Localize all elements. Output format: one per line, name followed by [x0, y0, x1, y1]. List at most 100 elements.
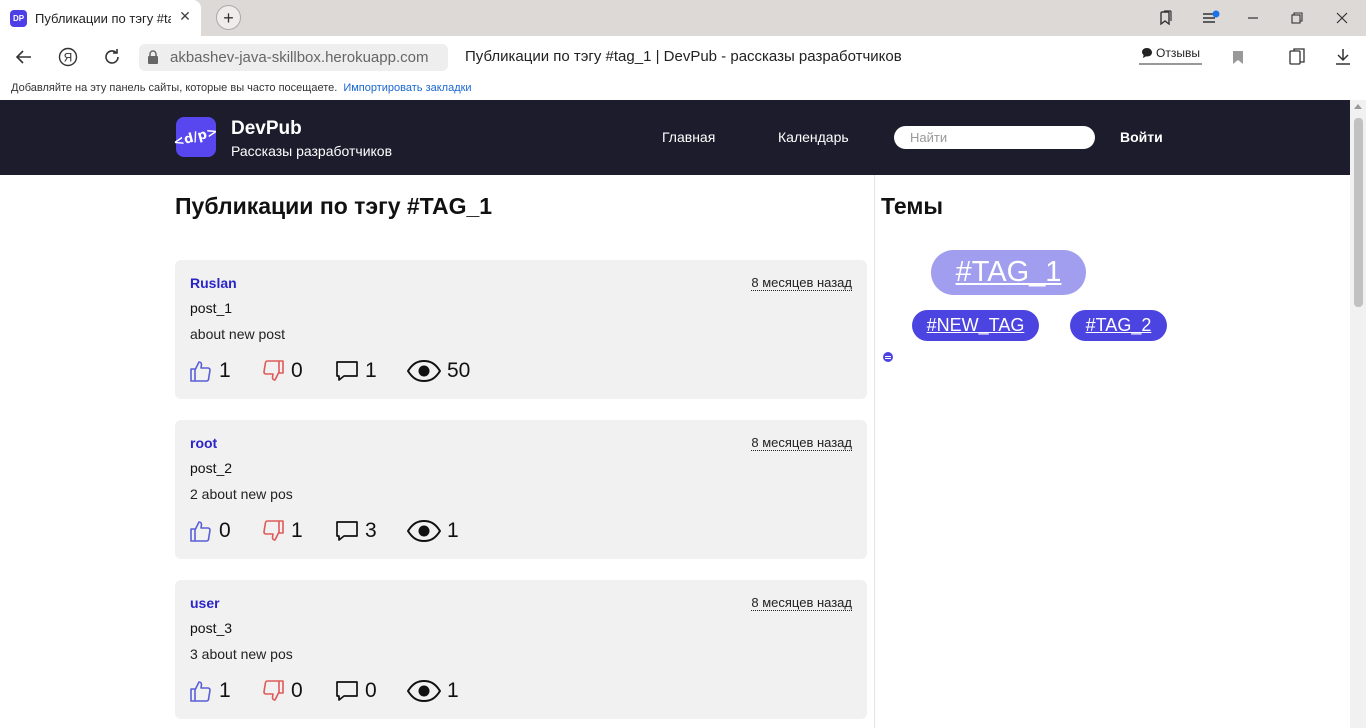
logo-text: <d/p> — [172, 123, 220, 151]
comments-button[interactable]: 0 — [335, 677, 377, 705]
post-title[interactable]: post_1 — [190, 300, 232, 316]
bookmarks-bar: Добавляйте на эту панель сайты, которые … — [0, 78, 1366, 100]
post-time: 8 месяцев назад — [751, 595, 852, 611]
bookmarks-hint: Добавляйте на эту панель сайты, которые … — [11, 82, 338, 94]
eye-icon — [407, 519, 441, 543]
list-toggle-icon[interactable] — [883, 352, 893, 362]
view-count: 1 — [447, 679, 459, 702]
comment-icon — [336, 361, 358, 381]
page-heading: Публикации по тэгу #TAG_1 — [175, 193, 493, 219]
dislike-count: 0 — [291, 359, 303, 382]
new-tab-button[interactable]: + — [216, 5, 241, 30]
like-count: 0 — [219, 519, 231, 542]
comments-button[interactable]: 3 — [335, 517, 377, 545]
menu-icon[interactable] — [1198, 5, 1224, 31]
tag-link[interactable]: #NEW_TAG — [912, 310, 1039, 341]
post-card[interactable]: root 8 месяцев назад post_2 2 about new … — [175, 420, 867, 559]
url-field[interactable]: akbashev-java-skillbox.herokuapp.com — [139, 44, 448, 71]
tab-favicon: DP — [10, 10, 27, 27]
like-button[interactable]: 1 — [189, 677, 231, 705]
chat-bubble-icon — [1142, 48, 1152, 58]
like-button[interactable]: 1 — [189, 357, 231, 385]
site-header: <d/p> DevPub Рассказы разработчиков Глав… — [0, 100, 1350, 175]
dislike-button[interactable]: 0 — [261, 357, 303, 385]
comment-count: 0 — [365, 679, 377, 702]
post-stats: 0 1 3 1 — [189, 517, 589, 545]
address-bar: Я akbashev-java-skillbox.herokuapp.com П… — [0, 36, 1366, 78]
like-icon — [190, 521, 211, 542]
view-count: 1 — [447, 519, 459, 542]
dislike-button[interactable]: 0 — [261, 677, 303, 705]
restore-icon[interactable] — [1284, 5, 1310, 31]
tab-close-icon[interactable]: ✕ — [177, 8, 193, 24]
nav-calendar[interactable]: Календарь — [778, 129, 849, 145]
views-indicator: 50 — [407, 357, 470, 385]
minimize-icon[interactable] — [1240, 5, 1266, 31]
like-icon — [190, 681, 211, 702]
post-card[interactable]: Ruslan 8 месяцев назад post_1 about new … — [175, 260, 867, 399]
search-input[interactable] — [894, 126, 1095, 149]
import-bookmarks-link[interactable]: Импортировать закладки — [343, 82, 471, 94]
like-button[interactable]: 0 — [189, 517, 231, 545]
post-author[interactable]: root — [190, 435, 217, 451]
post-title[interactable]: post_2 — [190, 460, 232, 476]
comment-icon — [336, 681, 358, 701]
brand-tagline: Рассказы разработчиков — [231, 143, 393, 159]
browser-tab[interactable]: DP Публикации по тэгу #tag_1 ✕ — [0, 0, 201, 36]
collections-icon[interactable] — [1153, 5, 1179, 31]
close-window-icon[interactable] — [1329, 5, 1355, 31]
dislike-button[interactable]: 1 — [261, 517, 303, 545]
login-link[interactable]: Войти — [1120, 129, 1163, 145]
logo[interactable]: <d/p> — [172, 117, 220, 157]
views-indicator: 1 — [407, 677, 459, 705]
tab-title: Публикации по тэгу #tag_1 — [35, 11, 171, 26]
browser-tabstrip: DP Публикации по тэгу #tag_1 ✕ + — [0, 0, 1366, 36]
post-author[interactable]: Ruslan — [190, 275, 237, 291]
dislike-icon — [263, 680, 284, 701]
dislike-count: 0 — [291, 679, 303, 702]
sidebar-heading: Темы — [881, 193, 944, 219]
notes-icon[interactable] — [1285, 44, 1311, 70]
download-icon[interactable] — [1330, 44, 1356, 70]
comment-icon — [336, 521, 358, 541]
post-stats: 1 0 0 1 — [189, 677, 589, 705]
url-domain: akbashev-java-skillbox.herokuapp.com — [170, 49, 429, 66]
like-count: 1 — [219, 359, 231, 382]
scrollbar-thumb[interactable] — [1354, 118, 1363, 307]
brand-name[interactable]: DevPub — [231, 118, 302, 140]
page-title-display: Публикации по тэгу #tag_1 | DevPub - рас… — [465, 48, 902, 65]
dislike-icon — [263, 360, 284, 381]
reviews-label: Отзывы — [1156, 46, 1200, 60]
page-scrollbar[interactable] — [1350, 100, 1366, 728]
post-time: 8 месяцев назад — [751, 435, 852, 451]
tag-link[interactable]: #TAG_2 — [1070, 310, 1167, 341]
lock-icon — [148, 50, 158, 64]
comment-count: 3 — [365, 519, 377, 542]
like-icon — [190, 361, 211, 382]
comments-button[interactable]: 1 — [335, 357, 377, 385]
back-icon[interactable] — [11, 44, 37, 70]
tag-link-active[interactable]: #TAG_1 — [931, 250, 1086, 295]
like-count: 1 — [219, 679, 231, 702]
post-title[interactable]: post_3 — [190, 620, 232, 636]
reviews-button[interactable]: Отзывы — [1139, 43, 1202, 65]
post-card[interactable]: user 8 месяцев назад post_3 3 about new … — [175, 580, 867, 719]
dislike-count: 1 — [291, 519, 303, 542]
reload-icon[interactable] — [99, 44, 125, 70]
nav-home[interactable]: Главная — [662, 129, 715, 145]
views-indicator: 1 — [407, 517, 459, 545]
post-stats: 1 0 1 50 — [189, 357, 589, 385]
post-author[interactable]: user — [190, 595, 220, 611]
comment-count: 1 — [365, 359, 377, 382]
view-count: 50 — [447, 359, 471, 382]
post-text: 2 about new pos — [190, 486, 293, 502]
dislike-icon — [263, 520, 284, 541]
yandex-icon[interactable]: Я — [55, 44, 81, 70]
eye-icon — [407, 359, 441, 383]
post-text: 3 about new pos — [190, 646, 293, 662]
scroll-up-arrow-icon[interactable] — [1354, 104, 1362, 109]
sidebar-divider — [874, 175, 875, 728]
post-time: 8 месяцев назад — [751, 275, 852, 291]
bookmark-icon[interactable] — [1225, 44, 1251, 70]
post-text: about new post — [190, 326, 285, 342]
